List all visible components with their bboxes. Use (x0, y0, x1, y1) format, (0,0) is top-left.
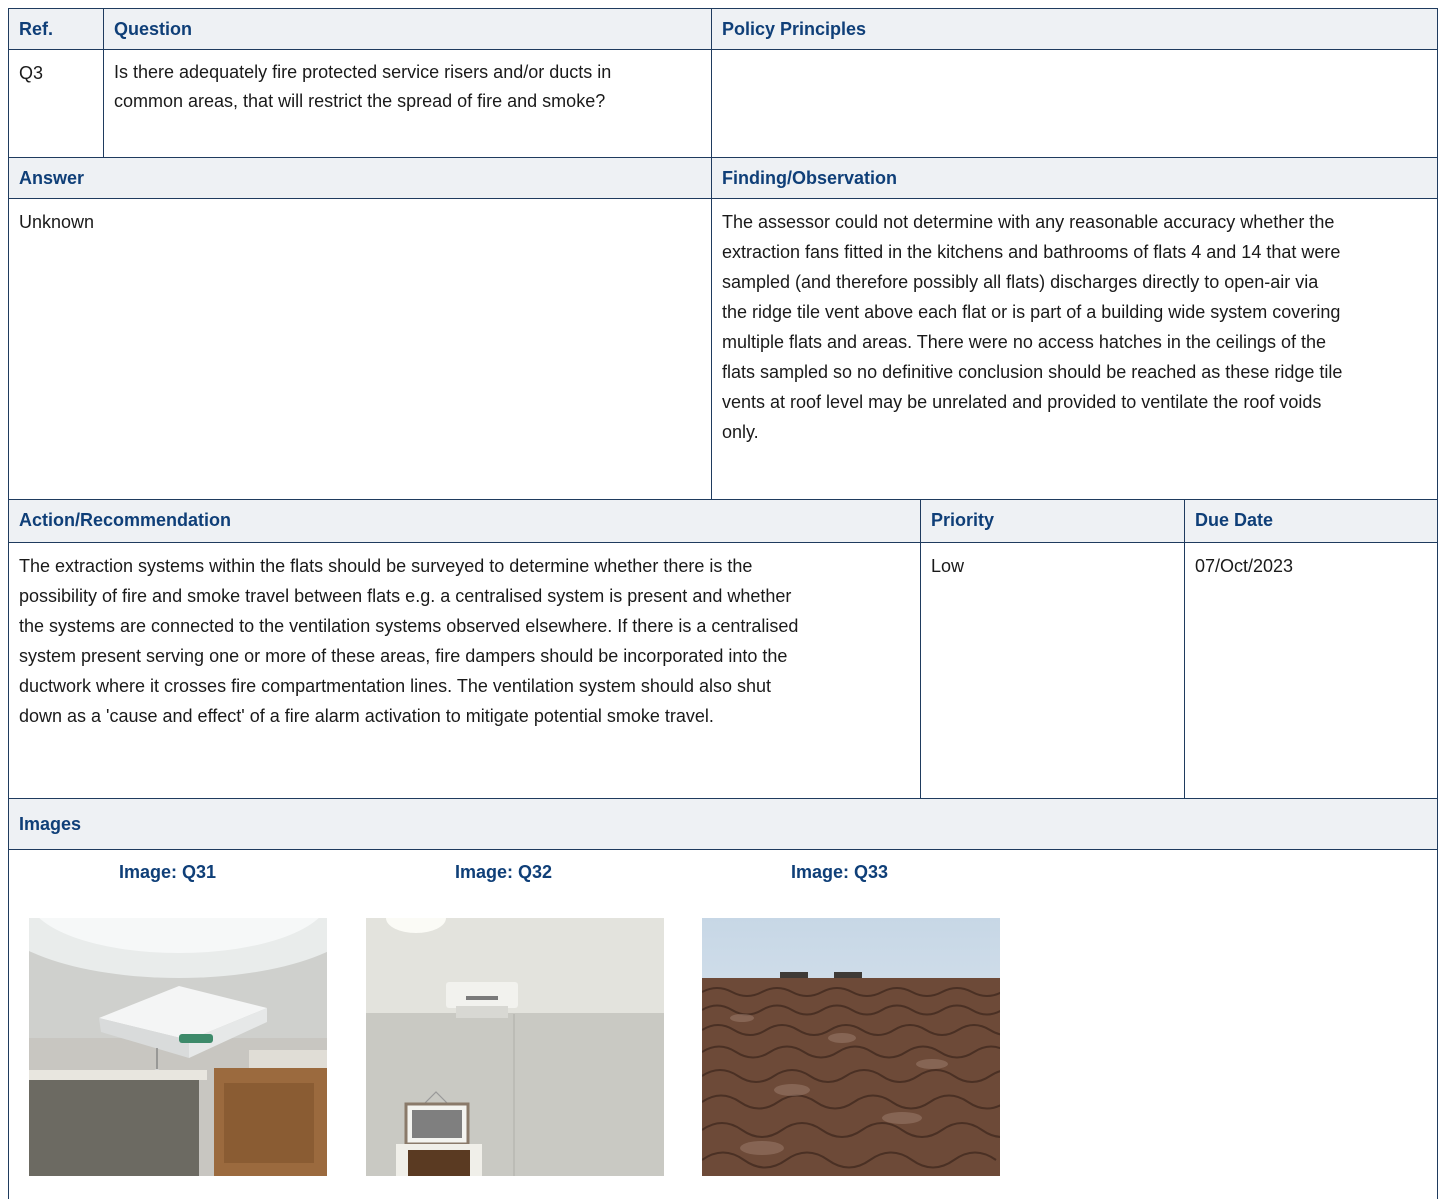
image-caption-q31: Image: Q31 (119, 862, 217, 882)
answer-row: Unknown The assessor could not determine… (9, 199, 1437, 500)
assessment-table: Ref. Question Policy Principles Q3 Is th… (8, 8, 1438, 1199)
header-row-question: Ref. Question Policy Principles (9, 9, 1437, 50)
header-row-images: Images (9, 799, 1437, 850)
policy-header: Policy Principles (711, 9, 1437, 49)
action-header: Action/Recommendation (9, 500, 920, 542)
ceiling-extractor-photo (29, 918, 327, 1176)
policy-value (711, 50, 1437, 157)
answer-value: Unknown (19, 212, 95, 232)
priority-header: Priority (920, 500, 1184, 542)
image-caption-q33: Image: Q33 (791, 862, 889, 882)
roof-tiles-photo (702, 918, 1000, 1176)
question-text: Is there adequately fire protected servi… (103, 50, 711, 157)
priority-value: Low (920, 543, 1184, 798)
question-header: Question (103, 9, 711, 49)
header-row-answer: Answer Finding/Observation (9, 158, 1437, 199)
finding-text: The assessor could not determine with an… (711, 199, 1437, 499)
ref-value: Q3 (19, 63, 44, 83)
image-caption-q32: Image: Q32 (455, 862, 553, 882)
action-row: The extraction systems within the flats … (9, 543, 1437, 799)
question-row: Q3 Is there adequately fire protected se… (9, 50, 1437, 158)
photo-q31[interactable] (29, 918, 327, 1176)
finding-header: Finding/Observation (711, 158, 1437, 198)
ref-header: Ref. (9, 9, 103, 49)
due-date-header: Due Date (1184, 500, 1437, 542)
wall-extractor-photo (366, 918, 664, 1176)
answer-header: Answer (9, 158, 711, 198)
header-row-action: Action/Recommendation Priority Due Date (9, 500, 1437, 543)
images-section: Image: Q31 Image: Q32 Image: Q33 (9, 850, 1437, 1190)
photo-q33[interactable] (702, 918, 1000, 1176)
photo-q32[interactable] (366, 918, 664, 1176)
images-header: Images (9, 799, 1437, 849)
action-text: The extraction systems within the flats … (19, 556, 799, 726)
due-date-value: 07/Oct/2023 (1184, 543, 1437, 798)
